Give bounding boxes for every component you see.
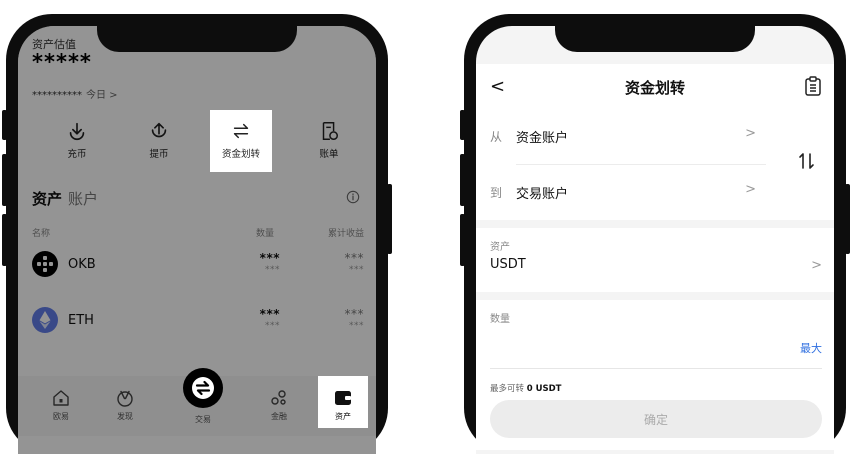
discover-icon	[117, 390, 133, 407]
to-label: 到	[490, 186, 503, 200]
phone-side-button	[2, 214, 7, 266]
tab-trade-label: 交易	[195, 415, 211, 424]
deposit-icon	[69, 122, 85, 141]
available-value: 0 USDT	[526, 384, 562, 394]
transfer-screen: < 资金划转 从 资金账户 > 到 交易账户 > 资产 USDT > 数量 最大…	[476, 26, 834, 454]
bill-label: 账单	[319, 149, 339, 160]
available-amount: 最多可转 0 USDT	[490, 382, 561, 394]
bill-icon	[322, 122, 338, 140]
finance-icon	[271, 390, 286, 405]
bill-button[interactable]: 账单	[298, 110, 360, 172]
trade-icon	[192, 377, 214, 399]
tab-home[interactable]: 欧易	[36, 376, 86, 428]
phone-side-button	[2, 154, 7, 206]
tab-account[interactable]: 账户	[68, 190, 98, 208]
phone-side-button	[460, 154, 465, 206]
withdraw-label: 提币	[149, 149, 169, 160]
assets-tabs: 资产 账户	[32, 188, 98, 209]
tab-discover[interactable]: 发现	[100, 376, 150, 428]
okb-icon	[32, 251, 58, 277]
coin-earnings: ***	[344, 251, 364, 265]
to-account-selector[interactable]: 到 交易账户 >	[476, 166, 776, 220]
assets-screen: 资产估值 ***** ********** 今日 > 充币 提币 资金划转 账单…	[18, 26, 376, 454]
amount-underline	[490, 368, 822, 369]
amount-label: 数量	[490, 314, 510, 325]
withdraw-button[interactable]: 提币	[128, 110, 190, 172]
coin-earnings-sub: ***	[349, 265, 364, 275]
asset-label: 资产	[490, 242, 510, 253]
coin-name-eth: ETH	[68, 313, 94, 328]
available-label: 最多可转	[490, 384, 525, 394]
asset-value: USDT	[490, 257, 526, 272]
coin-quantity: ***	[259, 251, 280, 265]
chevron-right-icon: >	[811, 258, 822, 273]
phone-notch	[555, 14, 755, 52]
withdraw-icon	[151, 122, 167, 138]
trade-button[interactable]	[183, 368, 223, 408]
eth-icon	[32, 307, 58, 333]
deposit-label: 充币	[67, 149, 87, 160]
masked-total-balance[interactable]: *****	[32, 50, 92, 74]
page-title: 资金划转	[624, 79, 685, 97]
masked-sub-balance[interactable]: ********** 今日 >	[32, 86, 118, 101]
from-account-value: 资金账户	[516, 131, 569, 146]
tab-assets[interactable]: 资产	[32, 190, 62, 208]
phone-side-button	[460, 110, 465, 140]
transfer-button[interactable]: 资金划转	[210, 110, 272, 172]
today-pnl-link[interactable]: 今日 >	[86, 90, 118, 101]
transfer-label: 资金划转	[221, 149, 260, 160]
phone-side-button	[387, 184, 392, 254]
phone-side-button	[460, 214, 465, 266]
nav-header: < 资金划转	[476, 64, 834, 110]
from-label: 从	[490, 130, 503, 144]
left-phone-frame: 资产估值 ***** ********** 今日 > 充币 提币 资金划转 账单…	[2, 14, 392, 454]
home-icon	[53, 390, 69, 406]
tab-finance-label: 金融	[271, 412, 287, 421]
from-account-selector[interactable]: 从 资金账户 >	[476, 110, 776, 164]
phone-side-button	[2, 110, 7, 140]
amount-input[interactable]	[490, 326, 770, 364]
max-button[interactable]: 最大	[800, 340, 822, 356]
column-name: 名称	[32, 229, 51, 239]
coin-quantity-sub: ***	[265, 265, 280, 275]
tab-home-label: 欧易	[53, 412, 69, 421]
coin-earnings: ***	[344, 307, 364, 321]
transfer-icon	[233, 123, 249, 139]
confirm-button[interactable]: 确定	[490, 400, 822, 438]
amount-card: 数量 最大 最多可转 0 USDT 确定	[476, 300, 834, 450]
divider	[516, 164, 766, 165]
column-earnings: 累计收益	[327, 229, 364, 239]
tab-finance[interactable]: 金融	[254, 376, 304, 428]
coin-row-eth[interactable]: ETH *** *** *** ***	[18, 299, 376, 343]
column-quantity: 数量	[256, 229, 275, 239]
coin-name-okb: OKB	[68, 257, 96, 272]
masked-sub-value: **********	[32, 90, 82, 101]
transfer-accounts-card: 从 资金账户 > 到 交易账户 >	[476, 110, 834, 220]
phone-notch	[97, 14, 297, 52]
swap-accounts-icon[interactable]	[796, 150, 818, 172]
deposit-button[interactable]: 充币	[46, 110, 108, 172]
info-icon[interactable]	[346, 190, 360, 204]
wallet-icon	[335, 391, 351, 405]
to-account-value: 交易账户	[516, 187, 569, 202]
quick-actions: 充币 提币 资金划转 账单	[18, 110, 376, 172]
right-phone-frame: < 资金划转 从 资金账户 > 到 交易账户 > 资产 USDT > 数量 最大…	[460, 14, 850, 454]
coin-quantity-sub: ***	[265, 321, 280, 331]
chevron-right-icon: >	[745, 126, 756, 141]
coin-quantity: ***	[259, 307, 280, 321]
tab-discover-label: 发现	[117, 412, 133, 421]
phone-side-button	[845, 184, 850, 254]
coin-row-okb[interactable]: OKB *** *** *** ***	[18, 243, 376, 287]
record-icon[interactable]	[804, 76, 822, 96]
chevron-right-icon: >	[745, 182, 756, 197]
asset-selector[interactable]: 资产 USDT >	[476, 228, 834, 292]
tab-assets-nav[interactable]: 资产	[318, 376, 368, 428]
coin-earnings-sub: ***	[349, 321, 364, 331]
tab-assets-label: 资产	[335, 412, 351, 421]
